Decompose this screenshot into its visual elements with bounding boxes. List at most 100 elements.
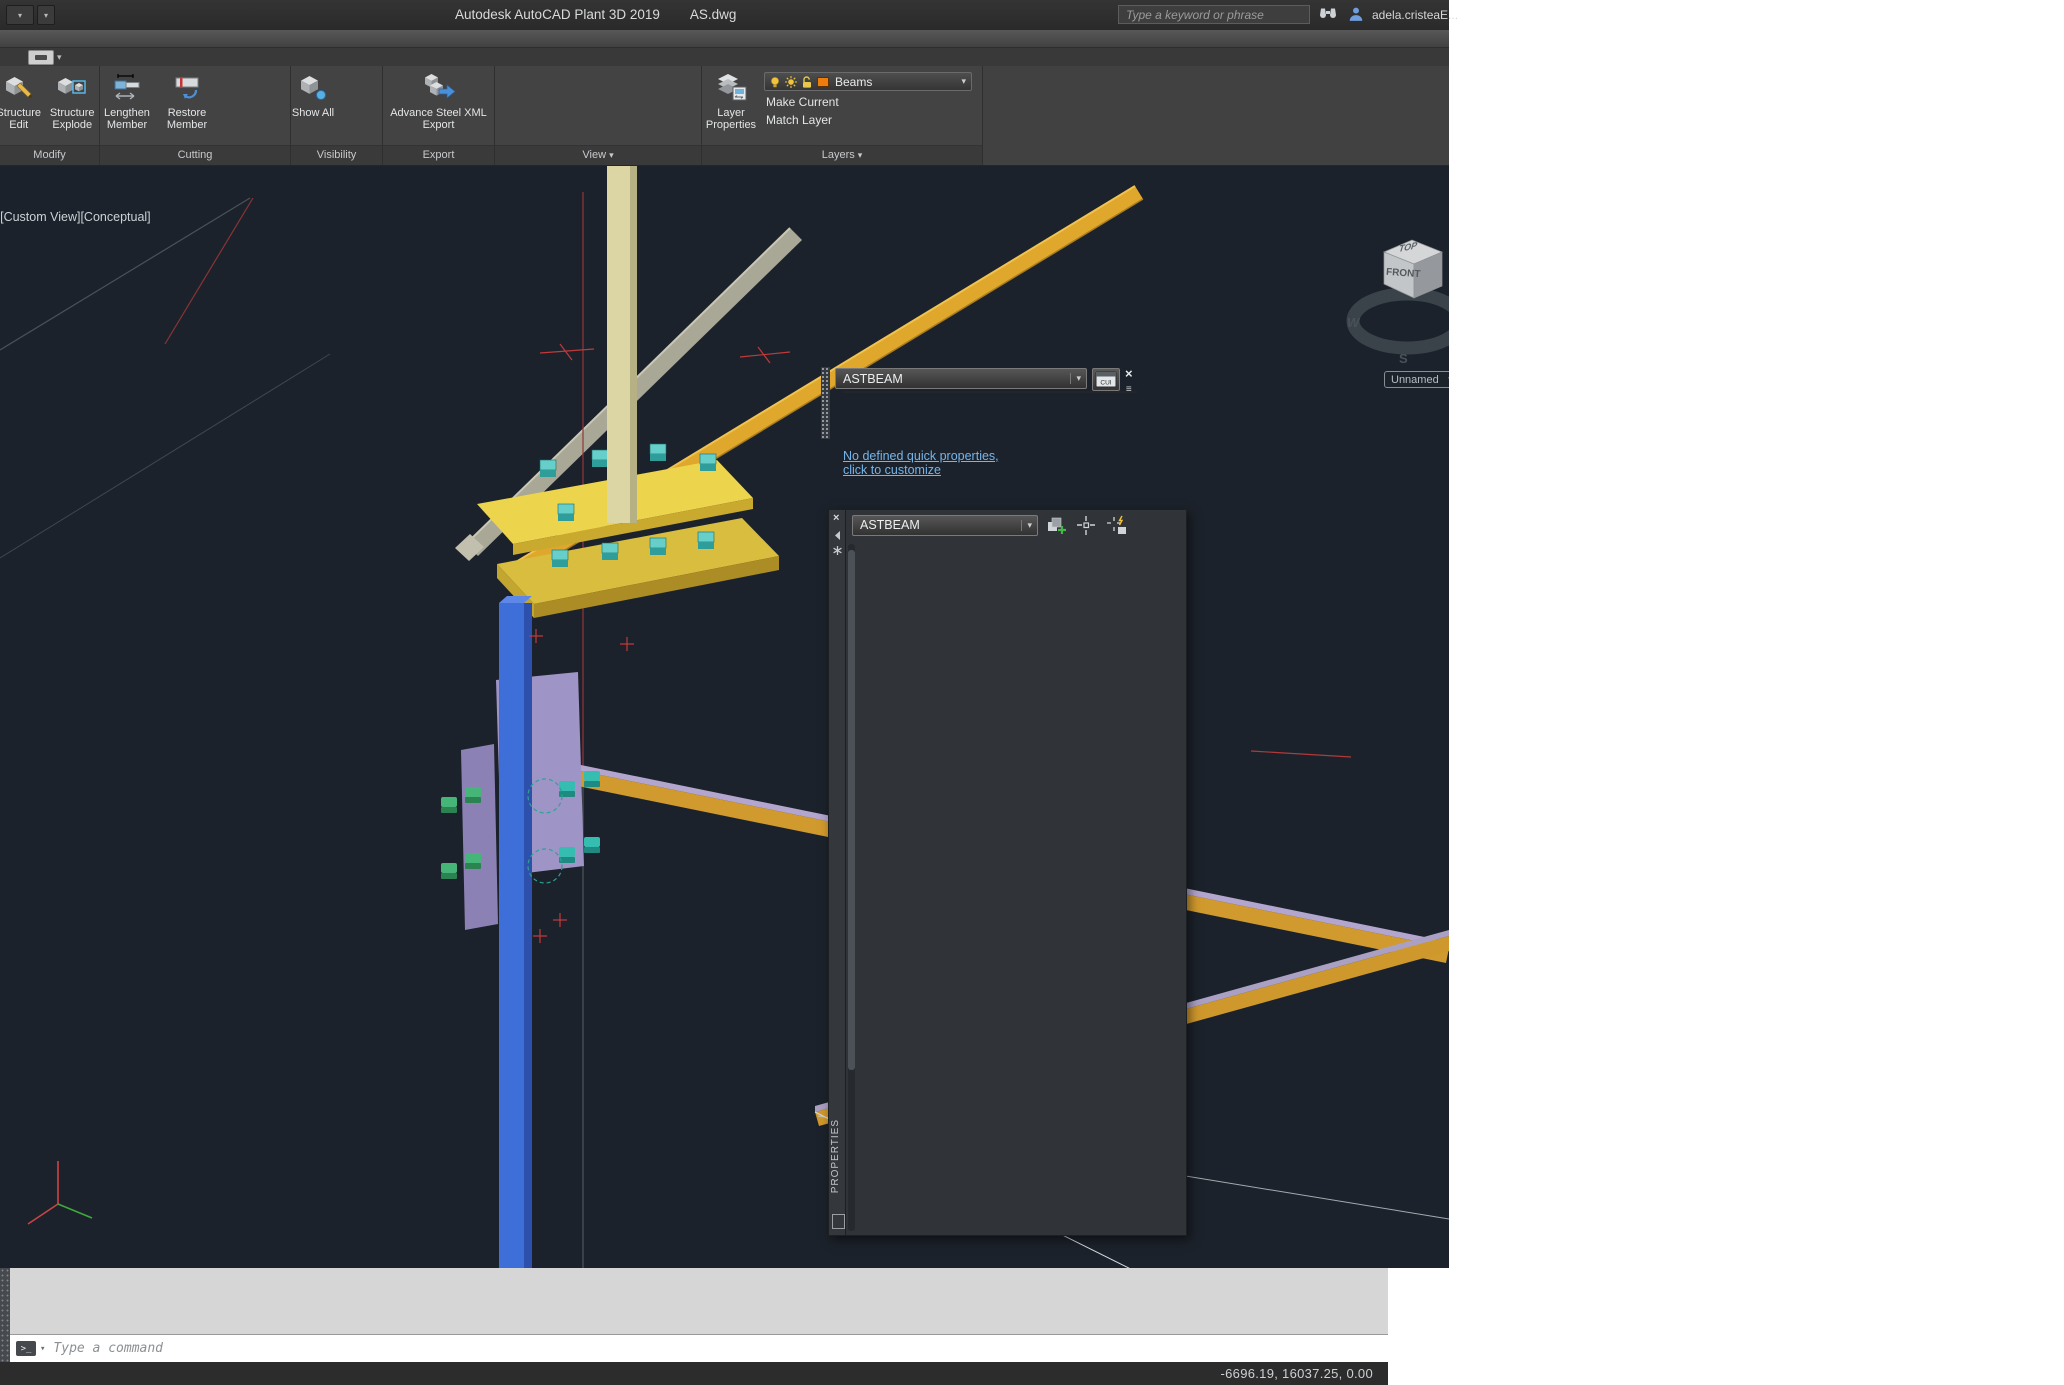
lengthen-member-icon: [110, 70, 144, 106]
viewcube-south-label[interactable]: S: [1399, 351, 1408, 366]
axis-line-red: [165, 198, 253, 344]
view-name: Unnamed: [1391, 372, 1439, 387]
selected-object-type: ASTBEAM: [860, 518, 920, 532]
layer-properties-icon: [714, 70, 748, 106]
select-objects-icon[interactable]: [1075, 515, 1098, 536]
quick-access-toolbar: ▾ ▾: [6, 5, 55, 25]
chevron-down-icon: ▾: [44, 11, 48, 20]
ribbon-minimize-button[interactable]: ▾: [28, 50, 62, 65]
panel-label-cutting[interactable]: Cutting: [100, 145, 290, 165]
advance-steel-xml-export-icon: [422, 70, 456, 106]
panel-label-visibility[interactable]: Visibility: [291, 145, 382, 165]
3d-column-cream[interactable]: [607, 166, 637, 523]
ribbon-panel-visibility: Show All Visibility: [291, 66, 383, 165]
construction-line: [0, 354, 330, 558]
panel-label-text: Layers: [822, 149, 855, 161]
panel-label-modify[interactable]: Modify: [0, 145, 99, 165]
cui-button[interactable]: CUI: [1092, 368, 1120, 391]
signed-in-user[interactable]: adela.cristeaE...: [1372, 8, 1458, 22]
quick-properties-object-selector[interactable]: ASTBEAM ▾: [835, 368, 1087, 389]
command-history[interactable]: [10, 1268, 1388, 1335]
properties-palette: × PROPERTIES ASTBEAM ▾: [828, 509, 1187, 1236]
layer-dropdown[interactable]: Beams ▾: [764, 72, 972, 91]
lengthen-member-button[interactable]: Lengthen Member: [100, 69, 154, 131]
button-label: Layer Properties: [702, 107, 760, 131]
advance-steel-xml-export-button[interactable]: Advance Steel XML Export: [386, 69, 492, 131]
chevron-down-icon: ▾: [1021, 520, 1032, 531]
ribbon-panel-export: Advance Steel XML Export Export: [383, 66, 495, 165]
chevron-down-icon: ▾: [961, 76, 966, 87]
toggle-pickadd-icon[interactable]: [1045, 515, 1068, 536]
auto-hide-icon[interactable]: [832, 528, 843, 539]
make-current-button[interactable]: Make Current: [766, 95, 839, 109]
quick-access-dropdown-button[interactable]: ▾: [6, 5, 34, 25]
title-bar: ▾ ▾ Autodesk AutoCAD Plant 3D 2019 AS.dw…: [0, 0, 1449, 30]
palette-bottom-icon: [832, 1214, 845, 1229]
structure-explode-icon: [55, 70, 89, 106]
panel-toggle-icon: [28, 50, 54, 65]
palette-settings-icon[interactable]: [832, 543, 843, 554]
object-type-selector[interactable]: ASTBEAM ▾: [852, 515, 1038, 536]
command-prompt-icon: >_: [16, 1341, 36, 1356]
drawing-viewport[interactable]: [-][Custom View][Conceptual] W S TOP FRO…: [0, 166, 1449, 1268]
viewport-controls-label[interactable]: [-][Custom View][Conceptual]: [0, 210, 151, 224]
command-window-grip[interactable]: [0, 1268, 10, 1362]
viewcube-view-selector[interactable]: Unnamed ▽: [1384, 371, 1449, 388]
button-label: Structure Explode: [46, 107, 100, 131]
layer-thaw-icon[interactable]: [784, 75, 798, 89]
coordinates-readout: -6696.19, 16037.25, 0.00: [1211, 1366, 1384, 1381]
ribbon: Structure Edit Structure Explode Modify …: [0, 66, 1449, 166]
no-quick-properties-link[interactable]: No defined quick properties,: [843, 449, 999, 463]
3d-column-blue[interactable]: [499, 596, 532, 1268]
ribbon-panel-layers: Layer Properties Beams ▾ Make Current: [702, 66, 983, 165]
options-icon[interactable]: ≡: [1126, 385, 1132, 395]
panel-label-layers[interactable]: Layers▾: [702, 145, 982, 165]
quick-properties-popup: ASTBEAM ▾ CUI × ≡ No defined quick prope…: [821, 367, 1165, 475]
panel-label-text: View: [582, 149, 606, 161]
help-search-input[interactable]: Type a keyword or phrase: [1118, 5, 1310, 24]
close-icon[interactable]: ×: [833, 513, 839, 524]
restore-member-button[interactable]: Restore Member: [158, 69, 216, 131]
command-input-row[interactable]: >_ ▾ Type a command: [10, 1335, 1388, 1362]
close-icon[interactable]: ×: [1125, 368, 1133, 380]
palette-tab-label: PROPERTIES: [830, 1119, 841, 1193]
quick-select-icon[interactable]: [1105, 515, 1128, 536]
document-name: AS.dwg: [690, 7, 737, 22]
selected-object-type: ASTBEAM: [843, 372, 903, 386]
current-layer-name: Beams: [832, 75, 959, 89]
chevron-down-icon: ▾: [1070, 373, 1081, 384]
popup-grip-handle[interactable]: [821, 367, 830, 439]
command-window: >_ ▾ Type a command: [0, 1268, 1388, 1362]
layer-properties-button[interactable]: Layer Properties: [702, 69, 760, 131]
structure-edit-button[interactable]: Structure Edit: [0, 69, 46, 131]
chevron-down-icon: ▾: [57, 52, 62, 63]
structure-explode-button[interactable]: Structure Explode: [46, 69, 100, 131]
layer-color-swatch[interactable]: [816, 75, 830, 89]
match-layer-button[interactable]: Match Layer: [766, 113, 832, 127]
ribbon-empty-area: [983, 66, 1449, 165]
command-input[interactable]: Type a command: [53, 1341, 163, 1356]
show-all-icon: [296, 70, 330, 106]
viewcube-front-face[interactable]: FRONT: [1386, 267, 1421, 280]
show-all-button[interactable]: Show All: [291, 69, 335, 119]
layer-unlock-icon[interactable]: [800, 75, 814, 89]
viewcube-west-label[interactable]: W: [1347, 315, 1359, 330]
ribbon-panel-modify: Structure Edit Structure Explode Modify: [0, 66, 100, 165]
layer-on-icon[interactable]: [768, 75, 782, 89]
axis-line-red: [1251, 751, 1351, 757]
ribbon-panel-cutting: Lengthen Member Restore Member Cutting: [100, 66, 291, 165]
button-label: Show All: [292, 107, 334, 119]
3d-plate-lavender[interactable]: [461, 744, 498, 930]
click-to-customize-link[interactable]: click to customize: [843, 463, 941, 477]
binoculars-icon[interactable]: [1318, 6, 1338, 22]
viewcube[interactable]: [1353, 240, 1449, 348]
quick-access-overflow-button[interactable]: ▾: [37, 5, 55, 25]
panel-label-export[interactable]: Export: [383, 145, 494, 165]
chevron-down-icon: ▾: [858, 150, 863, 160]
palette-title-strip: × PROPERTIES: [828, 509, 845, 1236]
panel-label-view[interactable]: View▾: [495, 145, 701, 165]
window-title: Autodesk AutoCAD Plant 3D 2019 AS.dwg: [455, 7, 736, 22]
scrollbar-thumb[interactable]: [848, 550, 855, 1070]
ribbon-panel-view: View▾: [495, 66, 702, 165]
chevron-down-icon: ▽: [1448, 372, 1449, 387]
